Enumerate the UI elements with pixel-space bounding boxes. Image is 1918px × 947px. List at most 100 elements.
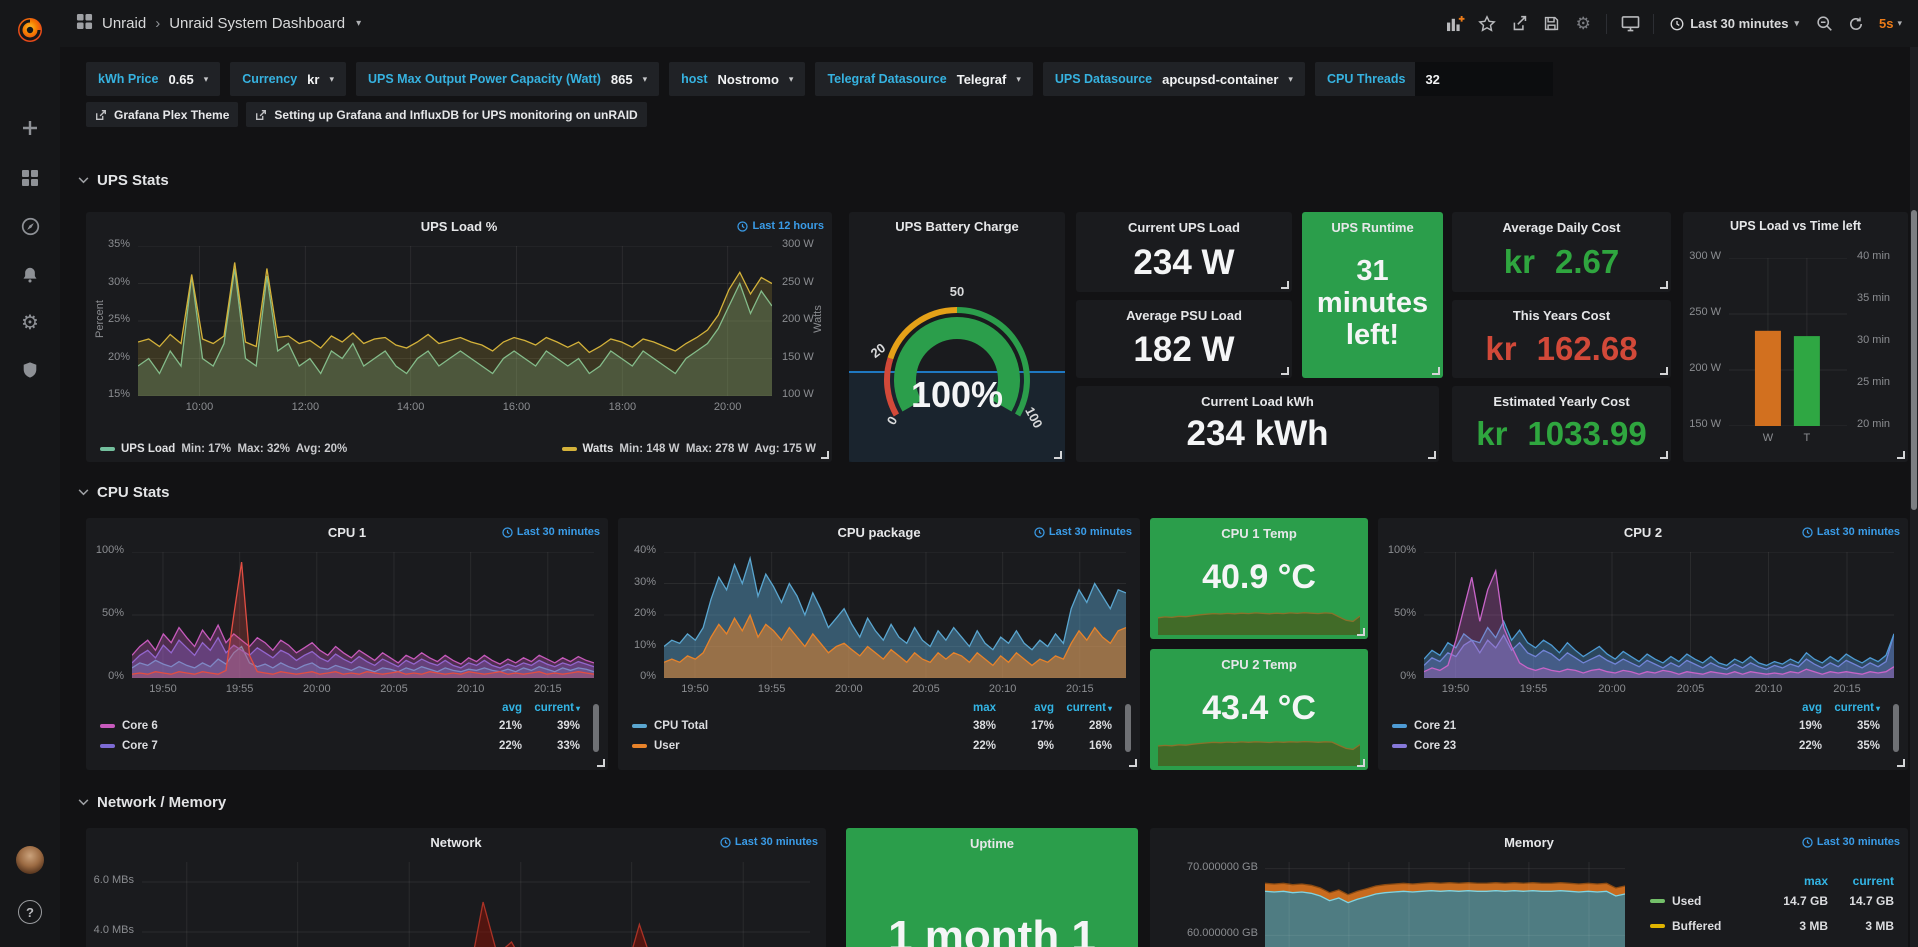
legend-scrollbar[interactable] [1893,704,1899,752]
help-icon[interactable]: ? [0,892,60,932]
panel-title[interactable]: Network [86,835,826,850]
server-admin-shield-icon[interactable] [0,350,60,390]
panel-title[interactable]: This Years Cost [1452,308,1671,323]
axis-tick-label: 35% [60,238,130,250]
dashboards-icon[interactable] [0,158,60,198]
scrollbar-thumb[interactable] [1911,210,1917,510]
variable-label: UPS Max Output Power Capacity (Watt) [368,72,601,86]
legend-series-toggle[interactable]: Core 21 [1392,720,1764,732]
legend-series-toggle[interactable]: CPU Total [632,720,938,732]
user-avatar[interactable] [0,840,60,880]
alerting-bell-icon[interactable] [0,255,60,295]
cycle-view-mode-button[interactable] [1615,9,1645,39]
panel-time-range[interactable]: Last 12 hours [737,220,824,232]
link-ups-monitoring-guide[interactable]: Setting up Grafana and InfluxDB for UPS … [246,102,646,127]
chevron-down-icon[interactable]: ▾ [329,74,334,85]
legend-series-toggle[interactable]: Used [1650,894,1762,908]
refresh-button[interactable] [1841,9,1871,39]
link-grafana-plex-theme[interactable]: Grafana Plex Theme [86,102,238,127]
legend-series-toggle[interactable]: User [632,740,938,752]
dashboard-caret-icon[interactable]: ▾ [356,18,361,29]
chart-canvas [1158,724,1360,766]
zoom-out-time-button[interactable] [1809,9,1839,39]
panel-title[interactable]: CPU 1 Temp [1150,526,1368,541]
section-network-memory[interactable]: Network / Memory [78,794,226,811]
section-ups-stats[interactable]: UPS Stats [78,172,169,189]
chevron-down-icon[interactable]: ▾ [643,74,648,85]
refresh-interval-picker[interactable]: 5s ▾ [1873,16,1908,31]
sidebar: ⚙ ? [0,0,60,947]
legend-item[interactable]: WattsMin: 148 W Max: 278 W Avg: 175 W [562,443,817,455]
panel-title[interactable]: UPS Load % [86,219,832,234]
panel-title[interactable]: CPU 2 Temp [1150,657,1368,672]
variable-value-dropdown[interactable]: 865 [611,72,633,87]
explore-compass-icon[interactable] [0,206,60,246]
breadcrumb-current[interactable]: Unraid System Dashboard [169,15,345,32]
panel-network: Network Last 30 minutes 2.0 MBs4.0 MBs6.… [86,828,826,947]
variable-value-dropdown[interactable]: Telegraf [957,72,1007,87]
legend-item[interactable]: UPS LoadMin: 17% Max: 32% Avg: 20% [100,443,347,455]
legend-series-toggle[interactable]: Core 7 [100,740,464,752]
panel-title[interactable]: Current Load kWh [1076,394,1439,409]
legend-row: Used14.7 GB14.7 GB [1650,894,1894,908]
variable-ups-max-output: UPS Max Output Power Capacity (Watt) 865… [356,62,659,96]
variable-label: CPU Threads [1327,72,1406,86]
cpu-threads-input[interactable] [1415,62,1553,96]
apps-grid-icon[interactable] [76,13,93,34]
add-panel-button[interactable] [1440,9,1470,39]
create-plus-icon[interactable] [0,108,60,148]
section-cpu-stats[interactable]: CPU Stats [78,484,170,501]
panel-title[interactable]: Estimated Yearly Cost [1452,394,1671,409]
axis-tick-label: 300 W [1651,250,1721,262]
panel-time-range[interactable]: Last 30 minutes [502,526,600,538]
panel-ups-load: UPS Load % Last 12 hours UPS LoadMin: 17… [86,212,832,462]
variable-value-dropdown[interactable]: kr [307,72,319,87]
chevron-down-icon[interactable]: ▾ [1288,74,1293,85]
axis-tick-label: 40% [586,544,656,556]
variable-value-dropdown[interactable]: apcupsd-container [1162,72,1278,87]
panel-title[interactable]: Average PSU Load [1076,308,1292,323]
configuration-gear-icon[interactable]: ⚙ [0,303,60,343]
axis-tick-label: 300 W [782,238,814,250]
dashboard-settings-button[interactable]: ⚙ [1568,9,1598,39]
legend-series-toggle[interactable]: Core 6 [100,720,464,732]
page-scrollbar[interactable] [1910,47,1918,947]
legend-table: maxavgcurrent▾ CPU Total38%17%28% User22… [632,702,1112,760]
star-dashboard-button[interactable] [1472,9,1502,39]
panel-title[interactable]: Memory [1150,835,1908,850]
panel-time-range[interactable]: Last 30 minutes [1034,526,1132,538]
cpu2-temp-sparkline [1158,724,1360,766]
chart-canvas [1729,258,1847,426]
chevron-down-icon[interactable]: ▾ [789,74,794,85]
chevron-down-icon[interactable]: ▾ [204,74,209,85]
stat-value: 182 W [1076,330,1292,370]
time-range-picker[interactable]: Last 30 minutes ▾ [1662,16,1807,31]
axis-tick-label: 20:00 [295,683,339,695]
variable-value-dropdown[interactable]: Nostromo [718,72,779,87]
grafana-logo-icon[interactable] [0,10,60,50]
share-dashboard-button[interactable] [1504,9,1534,39]
axis-title: Percent [94,289,106,349]
stat-value: 1 month 1 [846,912,1138,947]
axis-tick-label: 20:10 [1747,683,1791,695]
panel-title[interactable]: Current UPS Load [1076,220,1292,235]
panel-time-range[interactable]: Last 30 minutes [1802,526,1900,538]
chevron-down-icon[interactable]: ▾ [1016,74,1021,85]
panel-title[interactable]: Average Daily Cost [1452,220,1671,235]
save-dashboard-button[interactable] [1536,9,1566,39]
panel-time-range[interactable]: Last 30 minutes [1802,836,1900,848]
variable-value-dropdown[interactable]: 0.65 [168,72,193,87]
variable-host: host Nostromo ▾ [669,62,805,96]
panel-title[interactable]: UPS Load vs Time left [1683,219,1908,233]
legend-series-toggle[interactable]: Buffered [1650,919,1762,933]
legend-scrollbar[interactable] [593,704,599,752]
legend-series-toggle[interactable]: Core 23 [1392,740,1764,752]
legend-scrollbar[interactable] [1125,704,1131,752]
panel-time-range[interactable]: Last 30 minutes [720,836,818,848]
breadcrumb-root[interactable]: Unraid [102,15,146,32]
axis-tick-label: 18:00 [600,401,644,413]
panel-title[interactable]: UPS Runtime [1302,220,1443,235]
dashboard-links-row: Grafana Plex Theme Setting up Grafana an… [86,102,647,127]
panel-ups-runtime: UPS Runtime 31 minutes left! [1302,212,1443,378]
panel-title[interactable]: Uptime [846,836,1138,851]
